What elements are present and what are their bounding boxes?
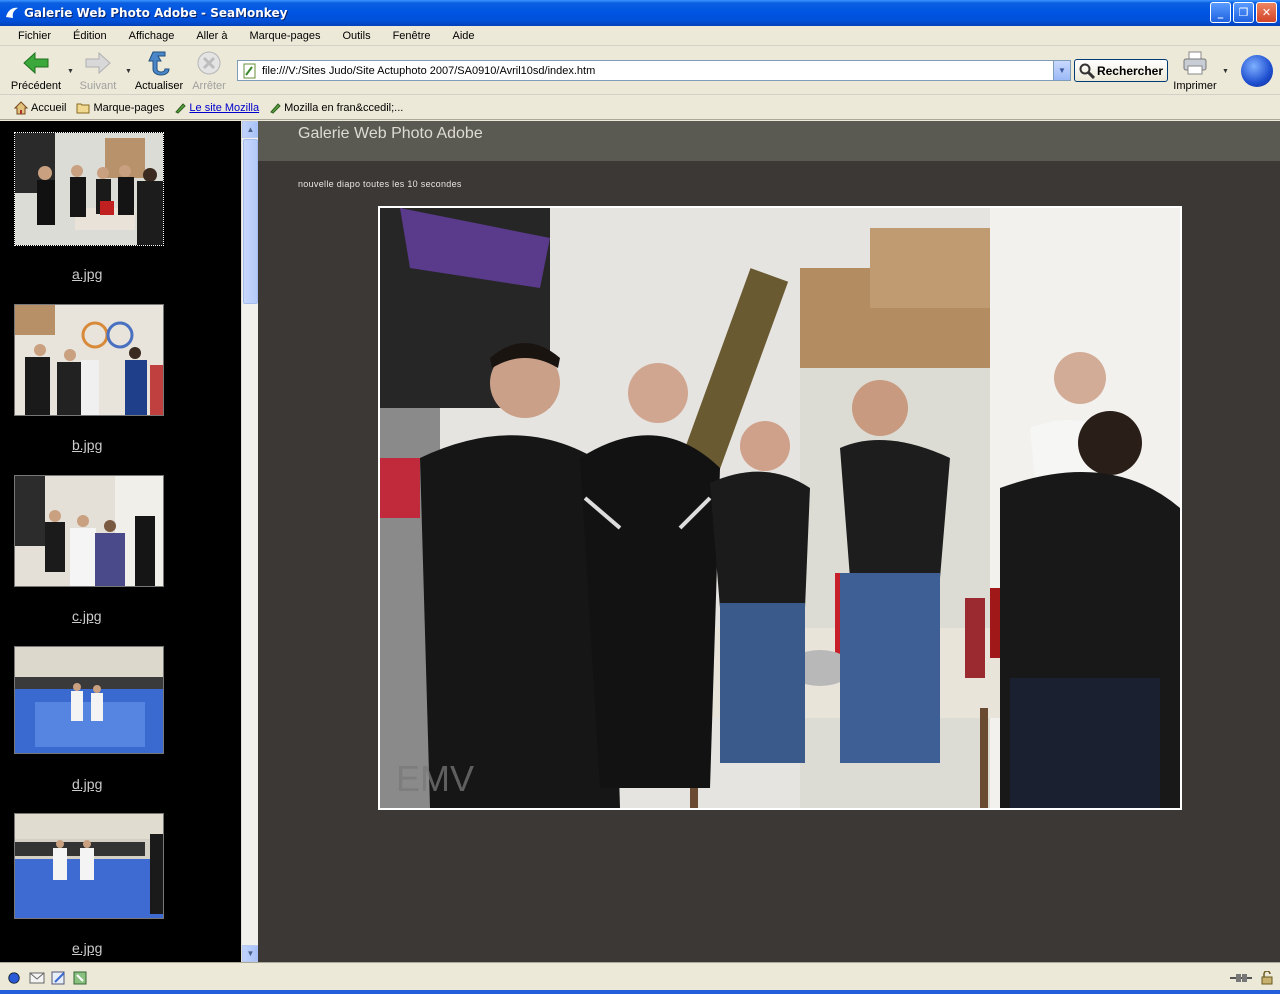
page-content: a.jpg b.jpg c.jpg d.jpg e.jpg ▲ ▼ Galeri… — [0, 121, 1280, 962]
thumbnail-e[interactable] — [14, 813, 164, 919]
photo-image — [380, 208, 1180, 808]
scroll-thumb[interactable] — [243, 139, 258, 304]
menu-outils[interactable]: Outils — [342, 30, 370, 42]
print-button[interactable]: Imprimer — [1167, 49, 1223, 93]
lock-icon — [1261, 971, 1273, 985]
menu-bar: Fichier Édition Affichage Aller à Marque… — [0, 26, 1280, 46]
thumbnail-label-a[interactable]: a.jpg — [72, 266, 102, 282]
thumbnail-label-b[interactable]: b.jpg — [72, 437, 102, 453]
stop-icon — [195, 49, 223, 77]
scroll-down-icon[interactable]: ▼ — [242, 945, 259, 962]
thumbnail-image[interactable] — [14, 132, 164, 246]
back-label: Précédent — [10, 80, 62, 92]
menu-affichage[interactable]: Affichage — [129, 30, 175, 42]
bookmark-mozilla-site[interactable]: Le site Mozilla — [174, 102, 259, 114]
main-photo[interactable]: EMV — [378, 206, 1182, 810]
reload-label: Actualiser — [134, 80, 184, 92]
thumbnail-c[interactable] — [14, 475, 164, 587]
navigator-icon[interactable] — [6, 971, 22, 985]
seamonkey-throbber-icon[interactable] — [1241, 55, 1273, 87]
close-button[interactable]: ✕ — [1256, 2, 1277, 23]
menu-edition[interactable]: Édition — [73, 30, 107, 42]
scroll-up-icon[interactable]: ▲ — [242, 121, 259, 138]
url-text[interactable]: file:///V:/Sites Judo/Site Actuphoto 200… — [262, 65, 1053, 77]
thumbnail-image[interactable] — [14, 813, 164, 919]
thumbnail-d[interactable] — [14, 646, 164, 754]
reload-button[interactable]: Actualiser — [131, 49, 187, 93]
maximize-button[interactable]: ❐ — [1233, 2, 1254, 23]
gallery-title: Galerie Web Photo Adobe — [298, 125, 483, 142]
menu-marque-pages[interactable]: Marque-pages — [250, 30, 321, 42]
back-arrow-icon — [22, 49, 50, 77]
slideshow-caption: nouvelle diapo toutes les 10 secondes — [298, 179, 462, 189]
minimize-button[interactable]: _ — [1210, 2, 1231, 23]
mail-icon[interactable] — [29, 971, 45, 985]
bookmark-mozilla-fr[interactable]: Mozilla en fran&ccedil;... — [269, 102, 403, 114]
print-dropdown-icon[interactable]: ▼ — [1222, 68, 1229, 75]
navigation-toolbar: Précédent ▼ Suivant ▼ Actualiser Arrêter… — [0, 47, 1280, 95]
status-bar — [0, 962, 1280, 994]
thumbnail-a[interactable] — [14, 132, 164, 246]
composer-icon[interactable] — [51, 971, 67, 985]
seamonkey-icon — [6, 7, 18, 18]
stop-button[interactable]: Arrêter — [181, 49, 237, 93]
window-title: Galerie Web Photo Adobe - SeaMonkey — [24, 6, 288, 20]
forward-arrow-icon — [84, 49, 112, 77]
forward-label: Suivant — [79, 80, 117, 92]
bookmark-home[interactable]: Accueil — [14, 100, 66, 115]
bookmark-folder[interactable]: Marque-pages — [76, 102, 164, 114]
thumbnail-label-e[interactable]: e.jpg — [72, 940, 102, 956]
back-button[interactable]: Précédent — [8, 49, 64, 93]
thumbnail-label-c[interactable]: c.jpg — [72, 608, 102, 624]
thumbnail-label-d[interactable]: d.jpg — [72, 776, 102, 792]
menu-fenetre[interactable]: Fenêtre — [393, 30, 431, 42]
page-icon — [243, 63, 256, 78]
gallery-frame: Galerie Web Photo Adobe nouvelle diapo t… — [258, 121, 1280, 962]
photo-watermark: EMV — [396, 758, 475, 799]
magnifier-icon — [1079, 63, 1095, 79]
thumbnail-b[interactable] — [14, 304, 164, 416]
taskbar-edge — [0, 990, 1280, 994]
url-bar[interactable]: file:///V:/Sites Judo/Site Actuphoto 200… — [237, 60, 1071, 81]
thumbnail-frame: a.jpg b.jpg c.jpg d.jpg e.jpg — [0, 121, 241, 962]
reload-icon — [145, 49, 173, 77]
menu-aller-a[interactable]: Aller à — [196, 30, 227, 42]
forward-button[interactable]: Suivant — [70, 49, 126, 93]
thumbnail-image[interactable] — [14, 304, 164, 416]
thumbnail-scrollbar[interactable]: ▲ ▼ — [241, 121, 259, 962]
online-status-icon[interactable] — [1228, 971, 1254, 985]
folder-icon — [76, 103, 90, 113]
printer-icon — [1181, 49, 1209, 77]
menu-fichier[interactable]: Fichier — [18, 30, 51, 42]
title-bar: Galerie Web Photo Adobe - SeaMonkey _ ❐ … — [0, 0, 1280, 26]
search-label: Rechercher — [1096, 63, 1164, 78]
thumbnail-image[interactable] — [14, 646, 164, 754]
stop-label: Arrêter — [192, 80, 226, 92]
url-dropdown-icon[interactable]: ▼ — [1053, 61, 1070, 80]
gallery-header: Galerie Web Photo Adobe — [258, 121, 1280, 161]
search-button[interactable]: Rechercher — [1074, 59, 1168, 82]
bookmarks-toolbar: Accueil Marque-pages Le site Mozilla Moz… — [0, 96, 1280, 120]
thumbnail-image[interactable] — [14, 475, 164, 587]
home-icon — [14, 100, 28, 114]
bookmark-icon — [175, 102, 187, 114]
menu-aide[interactable]: Aide — [453, 30, 475, 42]
print-label: Imprimer — [1173, 80, 1217, 92]
chat-icon[interactable] — [73, 971, 89, 985]
bookmark-icon — [270, 102, 281, 114]
